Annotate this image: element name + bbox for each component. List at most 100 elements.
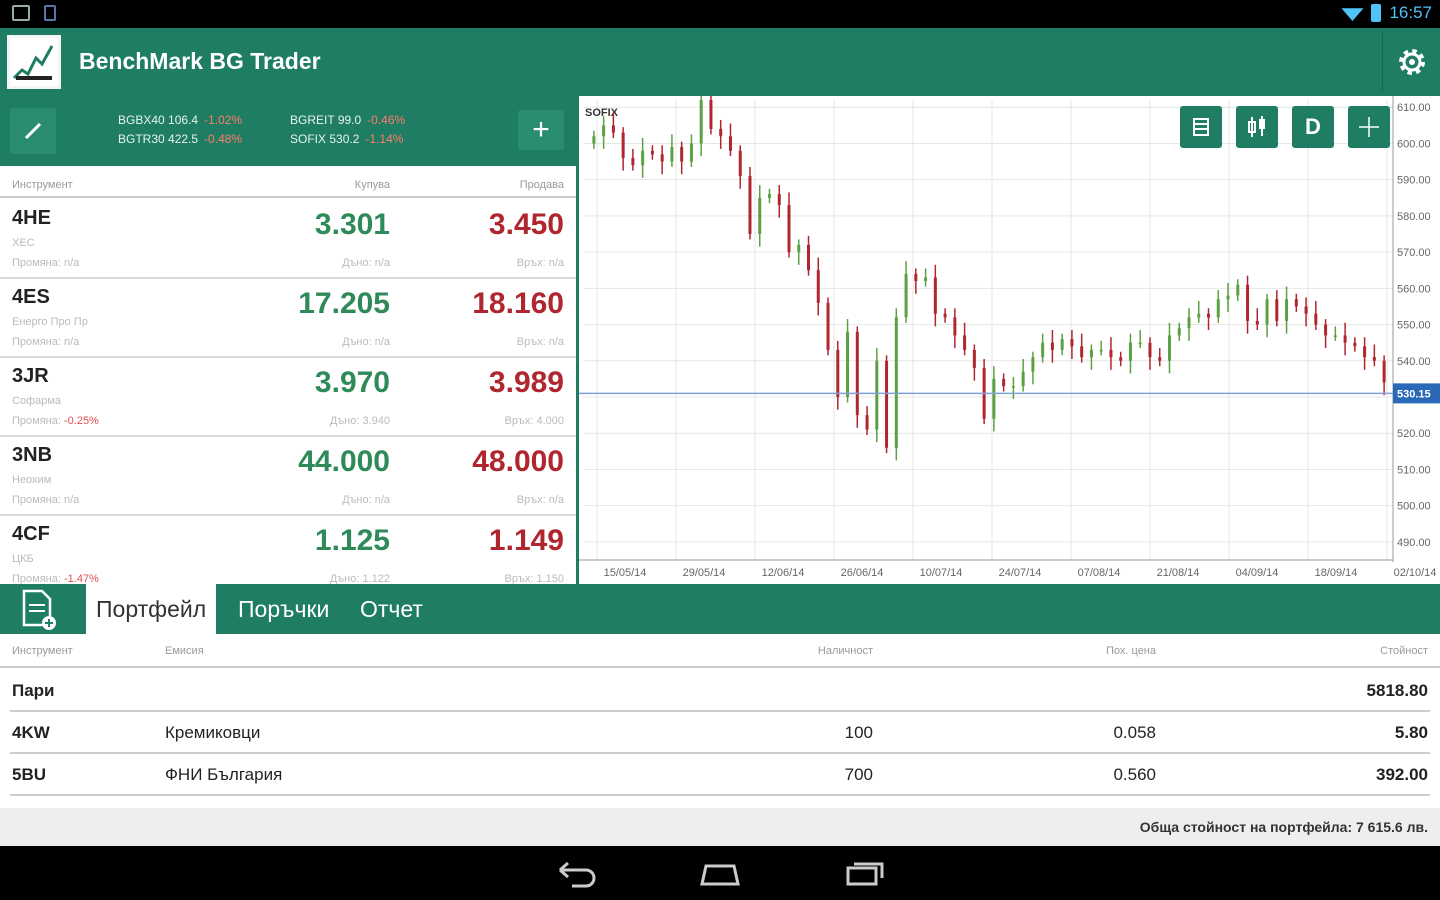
candle-body <box>1285 299 1289 321</box>
day-high: Връх: n/a <box>516 336 564 348</box>
candle-body <box>1236 284 1240 296</box>
status-bar: 16:57 <box>0 0 1440 28</box>
x-tick-label: 10/07/14 <box>920 567 963 579</box>
price-chart[interactable]: 15/05/14 29/05/14 12/06/14 26/06/14 10/07/14… <box>579 87 1440 584</box>
header-sell: Продава <box>519 179 564 191</box>
candle-body <box>602 125 606 137</box>
candle-body <box>865 415 869 430</box>
candle-body <box>904 273 908 318</box>
chart-type-button[interactable] <box>1236 106 1278 148</box>
ticker-name: BGBX40 <box>118 113 165 127</box>
watchlist-row[interactable]: 4HE ХЕС Промяна: n/a 3.301 3.450 Дъно: n/a Връ… <box>0 200 576 279</box>
day-low: Дъно: n/a <box>342 494 390 506</box>
candle-body <box>699 100 703 144</box>
cash-value: 5818.80 <box>1366 681 1428 700</box>
candle-body <box>767 194 771 198</box>
x-tick-label: 21/08/14 <box>1157 567 1200 579</box>
watchlist-row[interactable]: 3JR Софарма Промяна: -0.25% 3.970 3.989 Дъно:… <box>0 358 576 437</box>
candle-body <box>1002 378 1006 387</box>
ticker-change: -0.46% <box>367 113 406 127</box>
candle-body <box>846 331 850 398</box>
portfolio-total-bar: Обща стойност на портфейла: 7 615.6 лв. <box>0 808 1440 846</box>
holding-value: 5.80 <box>1394 723 1428 742</box>
ticker-sofix[interactable]: SOFIX 530.2 -1.14% <box>290 132 462 146</box>
ticker-change: -1.02% <box>204 113 243 127</box>
document-add-icon <box>22 589 56 630</box>
tab-portfolio[interactable]: Портфейл <box>86 584 217 634</box>
tab-orders[interactable]: Поръчки <box>228 584 339 634</box>
new-order-button[interactable] <box>10 588 66 632</box>
holding-price: 0.560 <box>1113 765 1156 784</box>
tab-report[interactable]: Отчет <box>350 584 433 634</box>
x-tick-label: 07/08/14 <box>1078 567 1121 579</box>
ticker-name: SOFIX <box>290 132 327 146</box>
holding-symbol: 4KW <box>12 723 50 742</box>
cash-row[interactable]: Пари 5818.80 <box>10 670 1430 712</box>
candle-body <box>1060 339 1064 350</box>
candle-body <box>992 378 996 419</box>
bottom-tab-bar: Портфейл Поръчки Отчет <box>0 584 1440 634</box>
chart-toolbar: D <box>1180 106 1390 148</box>
instrument-change: Промяна: -0.25% <box>12 415 99 427</box>
candle-body <box>1041 342 1045 358</box>
candle-body <box>797 244 801 253</box>
candle-body <box>826 302 830 350</box>
holding-symbol: 5BU <box>12 765 47 784</box>
y-tick-label: 500.00 <box>1397 501 1431 513</box>
chart-table-button[interactable] <box>1180 106 1222 148</box>
y-tick-label: 610.00 <box>1397 102 1431 114</box>
candle-body <box>914 273 918 282</box>
instrument-change: Промяна: -1.47% <box>12 573 99 584</box>
ticker-bgtr30[interactable]: BGTR30 422.5 -0.48% <box>118 132 290 146</box>
candle-body <box>1363 346 1367 358</box>
candle-body <box>1216 299 1220 318</box>
candle-body <box>1089 349 1093 358</box>
candle-body <box>1187 317 1191 329</box>
instrument-symbol: 4CF <box>12 523 50 545</box>
candle-body <box>972 349 976 369</box>
watchlist-row[interactable]: 3NB Неохим Промяна: n/a 44.000 48.000 Дъно: n… <box>0 437 576 516</box>
back-icon[interactable] <box>552 858 600 888</box>
instrument-change: Промяна: n/a <box>12 257 79 269</box>
index-ticker-bar: BGBX40 106.4 -1.02% BGREIT 99.0 -0.46% BGTR3… <box>0 96 576 166</box>
candle-body <box>933 277 937 314</box>
gear-icon <box>1398 49 1425 75</box>
buy-price: 17.205 <box>298 287 390 320</box>
crosshair-button[interactable] <box>1348 106 1390 148</box>
home-icon[interactable] <box>696 858 744 888</box>
add-instrument-button[interactable]: + <box>518 110 564 150</box>
email-notification-icon <box>12 5 30 21</box>
edit-watchlist-button[interactable] <box>10 108 56 154</box>
candle-body <box>728 136 732 151</box>
watchlist-row[interactable]: 4ES Енерго Про Пр Промяна: n/a 17.205 18.160… <box>0 279 576 358</box>
header-price: Пох. цена <box>1106 645 1156 657</box>
change-label: Промяна: <box>12 336 61 348</box>
holding-value: 392.00 <box>1376 765 1428 784</box>
period-button[interactable]: D <box>1292 106 1334 148</box>
y-tick-label: 540.00 <box>1397 356 1431 368</box>
x-tick-label: 12/06/14 <box>762 567 805 579</box>
day-low: Дъно: n/a <box>342 257 390 269</box>
settings-button[interactable] <box>1382 32 1440 92</box>
watchlist-row[interactable]: 4CF ЦКБ Промяна: -1.47% 1.125 1.149 Дъно: 1.1… <box>0 516 576 584</box>
y-tick-label: 550.00 <box>1397 320 1431 332</box>
ticker-bgbx40[interactable]: BGBX40 106.4 -1.02% <box>118 113 290 127</box>
candle-body <box>719 128 723 137</box>
app-bar: BenchMark BG Trader <box>0 28 1440 96</box>
chart-panel[interactable]: 15/05/14 29/05/14 12/06/14 26/06/14 10/07/14… <box>576 87 1440 584</box>
y-tick-label: 590.00 <box>1397 175 1431 187</box>
instrument-name: Неохим <box>12 474 52 486</box>
x-tick-label: 02/10/14 <box>1394 567 1437 579</box>
recent-apps-icon[interactable] <box>840 858 888 888</box>
portfolio-row[interactable]: 5BU ФНИ България 700 0.560 392.00 <box>10 754 1430 796</box>
ticker-bgreit[interactable]: BGREIT 99.0 -0.46% <box>290 113 462 127</box>
crosshair-icon <box>1359 117 1379 137</box>
header-quantity: Наличност <box>817 645 873 657</box>
candle-body <box>816 270 820 303</box>
watchlist-panel: BGBX40 106.4 -1.02% BGREIT 99.0 -0.46% BGTR3… <box>0 96 576 584</box>
candle-body <box>836 349 840 398</box>
candle-body <box>738 150 742 177</box>
portfolio-row[interactable]: 4KW Кремиковци 100 0.058 5.80 <box>10 712 1430 754</box>
candle-body <box>1109 349 1113 358</box>
instrument-symbol: 4ES <box>12 286 50 308</box>
